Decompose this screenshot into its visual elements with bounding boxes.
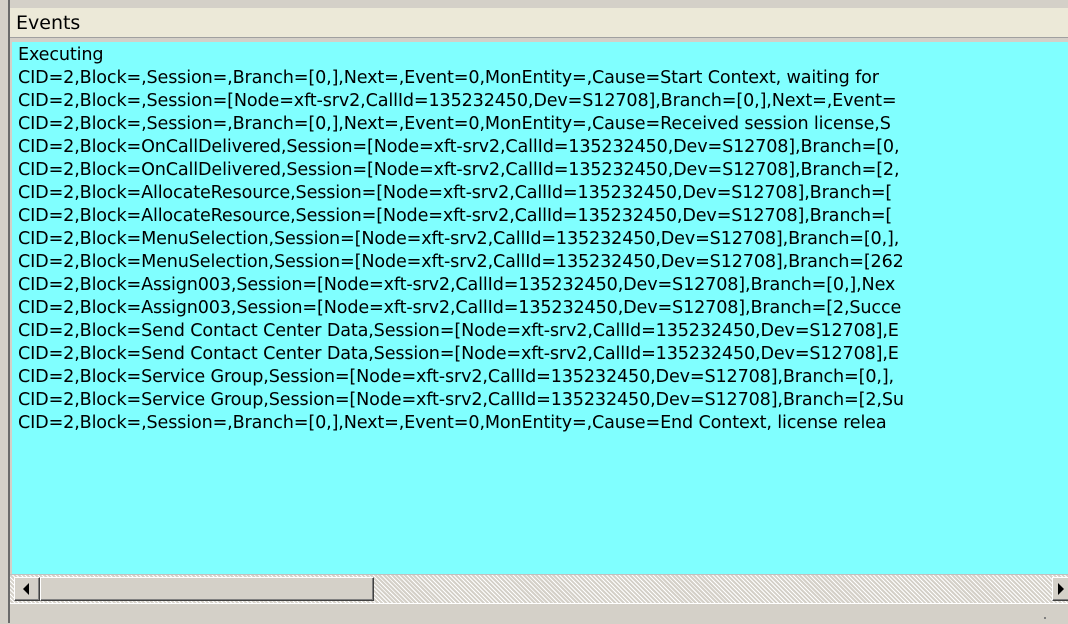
event-line[interactable]: CID=2,Block=OnCallDelivered,Session=[Nod… [18,159,900,182]
event-line[interactable]: Executing [18,44,104,67]
event-line[interactable]: CID=2,Block=,Session=,Branch=[0,],Next=,… [18,113,891,136]
left-window-border [0,0,10,623]
events-panel-header: Events [10,8,1068,38]
event-line[interactable]: CID=2,Block=MenuSelection,Session=[Node=… [18,251,904,274]
event-line[interactable]: CID=2,Block=Assign003,Session=[Node=xft-… [18,297,901,320]
events-log[interactable]: Executing CID=2,Block=,Session=,Branch=[… [12,42,1068,574]
event-line[interactable]: CID=2,Block=,Session=,Branch=[0,],Next=,… [18,67,879,90]
event-line[interactable]: CID=2,Block=AllocateResource,Session=[No… [18,182,892,205]
event-line[interactable]: CID=2,Block=Send Contact Center Data,Ses… [18,343,899,366]
event-line[interactable]: CID=2,Block=,Session=,Branch=[0,],Next=,… [18,412,887,435]
left-arrow-icon [23,583,29,595]
right-arrow-icon [1058,583,1064,595]
event-line[interactable]: CID=2,Block=AllocateResource,Session=[No… [18,205,892,228]
scroll-left-button[interactable] [14,577,40,601]
events-panel: Events Executing CID=2,Block=,Session=,B… [10,0,1068,624]
scrollbar-thumb[interactable] [40,577,374,601]
bottom-frame-strip [10,603,1068,624]
panel-title: Events [16,12,81,34]
events-window: Events Executing CID=2,Block=,Session=,B… [0,0,1068,624]
event-line[interactable]: CID=2,Block=Assign003,Session=[Node=xft-… [18,274,895,297]
event-line[interactable]: CID=2,Block=Send Contact Center Data,Ses… [18,320,899,343]
event-line[interactable]: CID=2,Block=Service Group,Session=[Node=… [18,389,904,412]
event-line[interactable]: CID=2,Block=,Session=[Node=xft-srv2,Call… [18,90,897,113]
event-line[interactable]: CID=2,Block=OnCallDelivered,Session=[Nod… [18,136,900,159]
resize-grip [1044,617,1046,619]
event-line[interactable]: CID=2,Block=Service Group,Session=[Node=… [18,366,894,389]
horizontal-scrollbar[interactable] [10,574,1068,603]
event-line[interactable]: CID=2,Block=MenuSelection,Session=[Node=… [18,228,899,251]
scroll-right-button[interactable] [1052,577,1068,601]
